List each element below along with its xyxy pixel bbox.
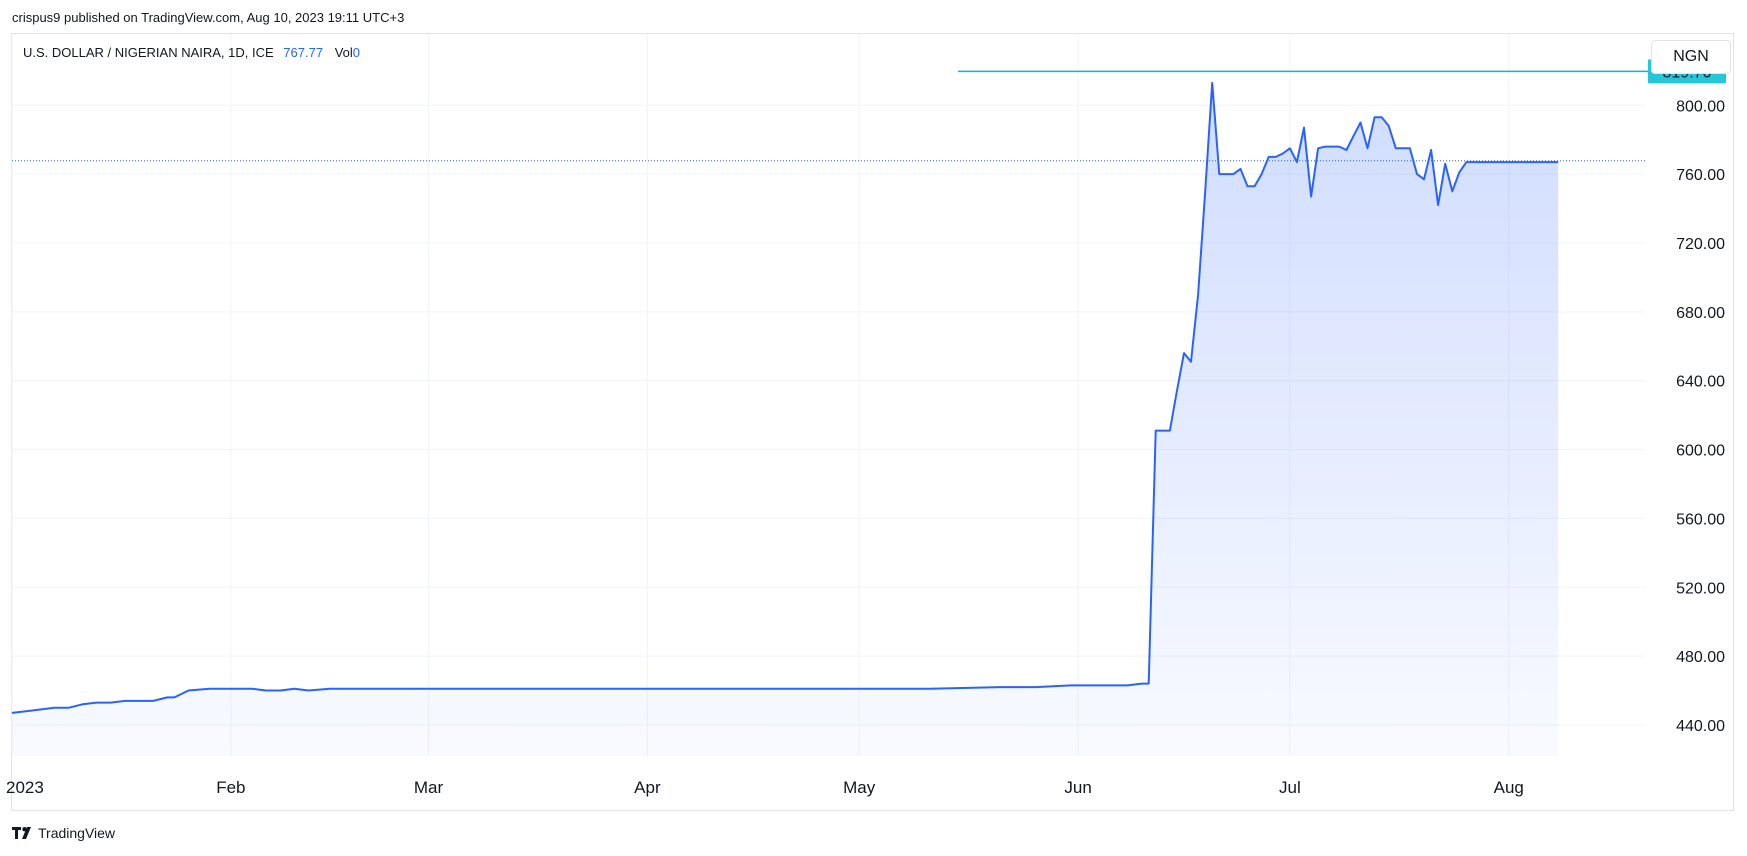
price-area	[12, 82, 1559, 756]
tradingview-logo-icon	[12, 827, 31, 839]
x-tick-label: Mar	[414, 778, 444, 797]
x-tick-label: Jun	[1064, 778, 1091, 797]
y-axis: 440.00 480.00 520.00 560.00 600.00 640.00 680.…	[1676, 98, 1725, 735]
symbol-title: U.S. DOLLAR / NIGERIAN NAIRA, 1D, ICE	[23, 45, 274, 60]
brand-name: TradingView	[38, 825, 116, 841]
y-tick-label: 680.00	[1676, 305, 1725, 322]
y-tick-label: 560.00	[1676, 511, 1725, 528]
y-tick-label: 720.00	[1676, 236, 1725, 253]
y-tick-label: 760.00	[1676, 167, 1725, 184]
y-tick-label: 440.00	[1676, 718, 1725, 735]
x-tick-label: Jul	[1279, 778, 1301, 797]
price-chart[interactable]: 440.00 480.00 520.00 560.00 600.00 640.00 680.…	[0, 0, 1747, 856]
x-tick-label: May	[843, 778, 876, 797]
y-tick-label: 800.00	[1676, 98, 1725, 115]
x-tick-label: Feb	[216, 778, 245, 797]
x-tick-label: Apr	[634, 778, 661, 797]
x-tick-label: 2023	[6, 778, 44, 797]
volume-label: Vol	[334, 45, 353, 60]
y-tick-label: 640.00	[1676, 374, 1725, 391]
volume-value: 0	[352, 45, 360, 60]
symbol-legend: U.S. DOLLAR / NIGERIAN NAIRA, 1D, ICE 76…	[23, 45, 360, 60]
y-tick-label: 520.00	[1676, 580, 1725, 597]
last-value: 767.77	[283, 45, 324, 60]
tradingview-brand[interactable]: TradingView	[12, 825, 115, 841]
x-axis: 2023 Feb Mar Apr May Jun Jul Aug	[6, 778, 1524, 797]
y-tick-label: 480.00	[1676, 649, 1725, 666]
x-tick-label: Aug	[1494, 778, 1524, 797]
y-tick-label: 600.00	[1676, 443, 1725, 460]
currency-button[interactable]: NGN	[1651, 40, 1731, 74]
